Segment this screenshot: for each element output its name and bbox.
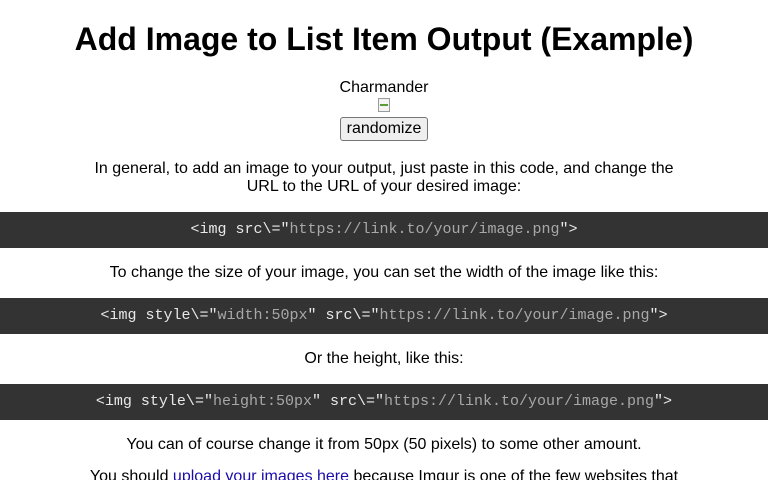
- output-area: Charmander randomize: [0, 79, 768, 141]
- code-url: https://link.to/your/image.png: [379, 307, 650, 324]
- upload-note-text: because Imgur is one of the few websites…: [349, 468, 679, 480]
- height-instructions: Or the height, like this:: [304, 350, 464, 367]
- code-text: " src\=": [311, 393, 384, 410]
- change-size-note: You can of course change it from 50px (5…: [126, 436, 642, 453]
- output-item-name: Charmander: [339, 79, 429, 96]
- code-block-width: <img style\="width:50px" src\="https://l…: [0, 298, 768, 334]
- general-instructions: In general, to add an image to your outp…: [94, 160, 674, 195]
- code-url: https://link.to/your/image.png: [384, 393, 655, 410]
- code-block-basic: <img src\="https://link.to/your/image.pn…: [0, 212, 768, 248]
- page-title: Add Image to List Item Output (Example): [74, 21, 694, 57]
- code-style-value: height:50px: [212, 393, 312, 410]
- code-style-value: width:50px: [217, 307, 308, 324]
- code-text: <img src\=": [190, 221, 290, 238]
- upload-images-link[interactable]: upload your images here: [173, 468, 349, 480]
- code-text: ">: [559, 221, 578, 238]
- broken-image-icon: [377, 98, 391, 112]
- code-block-height: <img style\="height:50px" src\="https://…: [0, 384, 768, 420]
- upload-note-text: You should: [89, 468, 173, 480]
- code-text: ">: [649, 307, 668, 324]
- code-text: <img style\=": [95, 393, 213, 410]
- width-instructions: To change the size of your image, you ca…: [109, 264, 659, 281]
- randomize-button[interactable]: randomize: [339, 117, 429, 141]
- code-text: " src\=": [307, 307, 380, 324]
- code-url: https://link.to/your/image.png: [289, 221, 560, 238]
- code-text: <img style\=": [100, 307, 218, 324]
- code-text: ">: [654, 393, 673, 410]
- upload-note: You should upload your images here becau…: [40, 468, 728, 480]
